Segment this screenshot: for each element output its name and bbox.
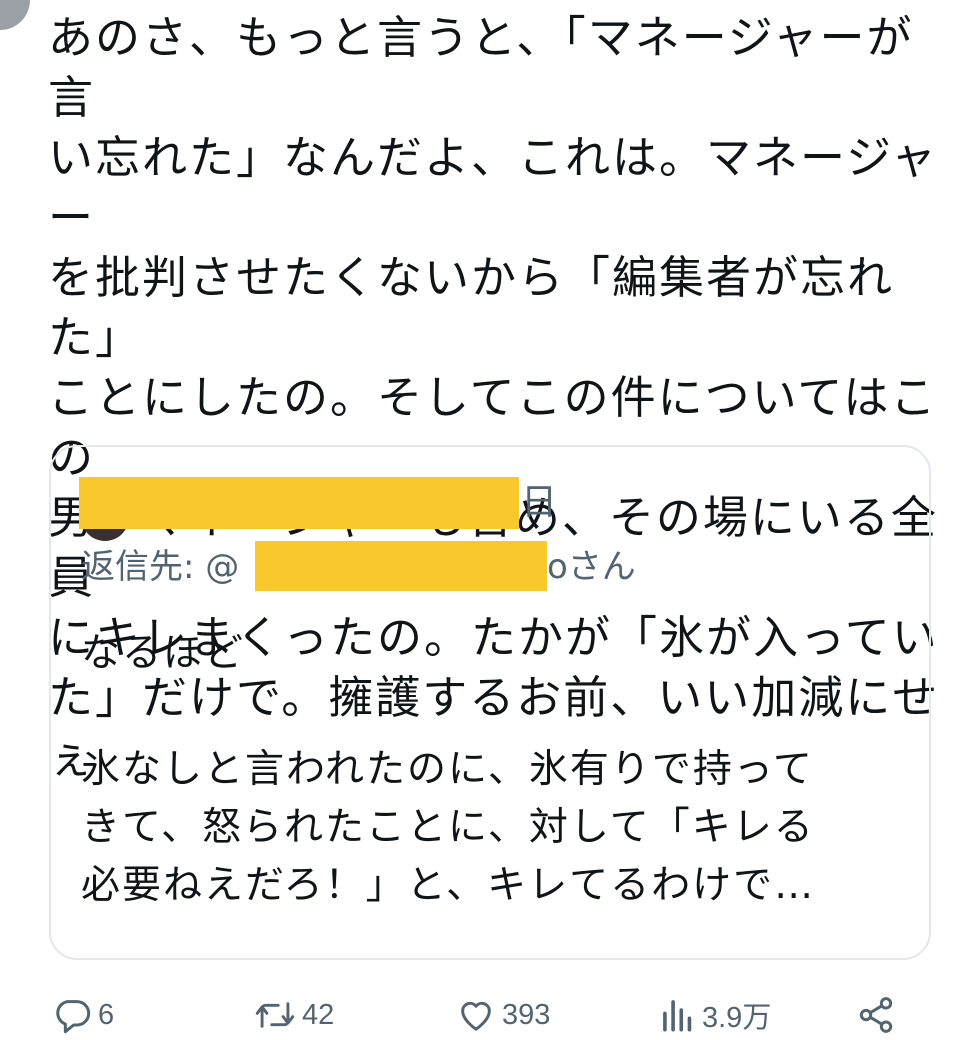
quoted-tweet-date: 日 [521, 482, 558, 523]
redaction-bar-handle [255, 541, 547, 591]
views-button[interactable]: 3.9万 [660, 990, 771, 1040]
redaction-bar-author [79, 477, 519, 529]
share-icon [856, 995, 896, 1035]
share-button[interactable] [856, 990, 896, 1040]
like-count: 393 [502, 998, 551, 1031]
reply-to-label: 返信先: @ [81, 547, 240, 587]
quoted-tweet-card[interactable]: 日 返信先: @ oさん なるほど 氷なしと言われたのに、氷有りで持って きて、… [49, 445, 931, 960]
quoted-tweet-text: なるほど 氷なしと言われたのに、氷有りで持って きて、怒られたことに、対して「キ… [81, 631, 816, 908]
like-button[interactable]: 393 [456, 990, 550, 1040]
views-count: 3.9万 [702, 1002, 772, 1034]
retweet-count: 42 [302, 998, 335, 1031]
retweet-button[interactable]: 42 [254, 990, 334, 1040]
heart-icon [456, 995, 496, 1035]
reply-icon [52, 995, 92, 1035]
reply-button[interactable]: 6 [52, 990, 114, 1040]
author-avatar[interactable] [0, 0, 30, 30]
tweet-action-bar: 6 42 393 3.9万 [0, 990, 964, 1040]
retweet-icon [254, 995, 296, 1035]
views-icon [660, 995, 696, 1035]
reply-count: 6 [98, 998, 115, 1031]
reply-to-suffix: oさん [547, 547, 636, 587]
